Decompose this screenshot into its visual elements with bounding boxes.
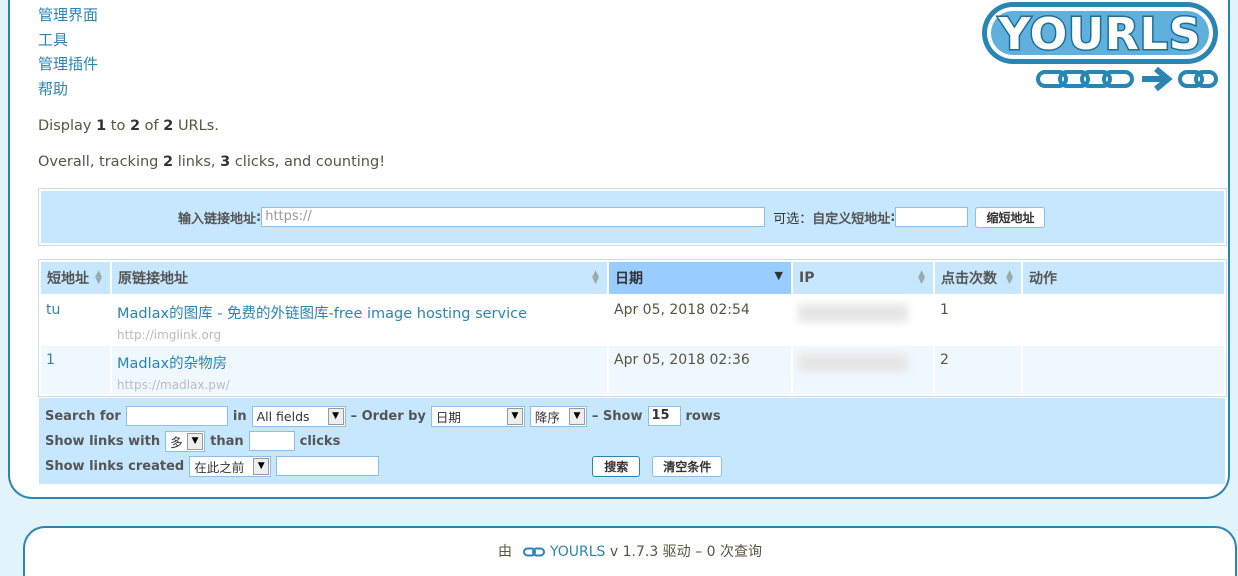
display-summary: Display 1 to 2 of 2 URLs. xyxy=(38,118,219,134)
nav-admin-link[interactable]: 管理界面 xyxy=(38,6,98,24)
long-url-title[interactable]: Madlax的杂物房 xyxy=(117,356,227,372)
header-date[interactable]: 日期 ▼ xyxy=(609,262,791,294)
click-compare-select[interactable]: 多 ▼ xyxy=(165,430,206,452)
table-row: tu Madlax的图库 - 免费的外链图库-free image hostin… xyxy=(41,296,1224,344)
chevron-down-icon: ▼ xyxy=(506,407,523,425)
chevron-down-icon: ▼ xyxy=(568,407,585,425)
chain-link-icon xyxy=(522,547,545,557)
actions-cell xyxy=(1023,296,1224,344)
clicks-cell: 2 xyxy=(935,346,1021,394)
actions-cell xyxy=(1023,346,1224,394)
url-input[interactable]: https:// xyxy=(261,207,766,227)
search-input[interactable] xyxy=(125,406,228,426)
sort-icon: ▲ ▼ xyxy=(592,269,599,286)
yourls-link[interactable]: YOURLS xyxy=(550,544,605,560)
search-button[interactable]: 搜索 xyxy=(592,455,641,477)
date-cell: Apr 05, 2018 02:36 xyxy=(609,346,791,394)
short-link[interactable]: 1 xyxy=(46,352,55,368)
keyword-label: 自定义短地址 xyxy=(812,211,891,227)
date-cell: Apr 05, 2018 02:54 xyxy=(609,296,791,344)
long-url: https://madlax.pw/ xyxy=(117,378,230,392)
nav-help-link[interactable]: 帮助 xyxy=(38,80,68,98)
clear-button[interactable]: 清空条件 xyxy=(652,455,723,477)
header-actions: 动作 xyxy=(1023,262,1224,294)
chevron-down-icon: ▼ xyxy=(253,457,270,475)
search-field-select[interactable]: All fields ▼ xyxy=(251,405,346,427)
ip-cell xyxy=(793,346,933,394)
order-by-select[interactable]: 日期 ▼ xyxy=(430,405,525,427)
admin-nav: 管理界面 工具 管理插件 帮助 xyxy=(38,3,98,101)
click-count-input[interactable] xyxy=(248,431,295,451)
shorten-button[interactable]: 缩短地址 xyxy=(975,206,1046,228)
filter-panel: Search for in All fields ▼ – Order by 日期 ▼… xyxy=(39,398,1225,484)
sort-icon: ▲ ▼ xyxy=(918,269,925,286)
header-clicks[interactable]: 点击次数 ▲ ▼ xyxy=(935,262,1021,294)
table-row: 1 Madlax的杂物房 https://madlax.pw/ Apr 05, … xyxy=(41,346,1224,394)
sort-icon: ▲ ▼ xyxy=(95,269,102,286)
header-ip[interactable]: IP ▲ ▼ xyxy=(793,262,933,294)
links-table: 短地址 ▲ ▼ 原链接地址 ▲ ▼ 日期 ▼ IP ▲ ▼ 点击次数 ▲ ▼ 动… xyxy=(38,259,1227,397)
url-label: 输入链接地址 xyxy=(178,211,257,227)
sort-icon: ▲ ▼ xyxy=(1006,269,1013,286)
search-for-label: Search for xyxy=(45,408,121,424)
short-link[interactable]: tu xyxy=(46,302,60,318)
overall-summary: Overall, tracking 2 links, 3 clicks, and… xyxy=(38,154,386,170)
clicks-cell: 1 xyxy=(935,296,1021,344)
order-direction-select[interactable]: 降序 ▼ xyxy=(529,405,587,427)
nav-plugins-link[interactable]: 管理插件 xyxy=(38,55,98,73)
header-url[interactable]: 原链接地址 ▲ ▼ xyxy=(112,262,607,294)
chevron-down-icon: ▼ xyxy=(327,407,344,425)
footer: 由 YOURLS v 1.7.3 驱动 – 0 次查询 xyxy=(23,526,1237,576)
optional-label: 可选： xyxy=(773,211,813,227)
date-input[interactable] xyxy=(276,456,380,476)
yourls-logo[interactable]: YOURLS xyxy=(978,0,1222,98)
long-url: http://imglink.org xyxy=(117,328,222,342)
keyword-input[interactable] xyxy=(895,207,969,227)
ip-cell xyxy=(793,296,933,344)
created-select[interactable]: 在此之前 ▼ xyxy=(189,455,272,477)
new-url-form: 输入链接地址 : https:// 可选： 自定义短地址 : 缩短地址 xyxy=(38,188,1227,246)
sort-desc-icon: ▼ xyxy=(774,269,783,282)
svg-text:YOURLS: YOURLS xyxy=(997,9,1201,60)
long-url-title[interactable]: Madlax的图库 - 免费的外链图库-free image hosting s… xyxy=(117,306,527,322)
nav-tools-link[interactable]: 工具 xyxy=(38,31,68,49)
rows-input[interactable]: 15 xyxy=(647,406,681,426)
chevron-down-icon: ▼ xyxy=(187,432,204,450)
header-keyword[interactable]: 短地址 ▲ ▼ xyxy=(41,262,110,294)
